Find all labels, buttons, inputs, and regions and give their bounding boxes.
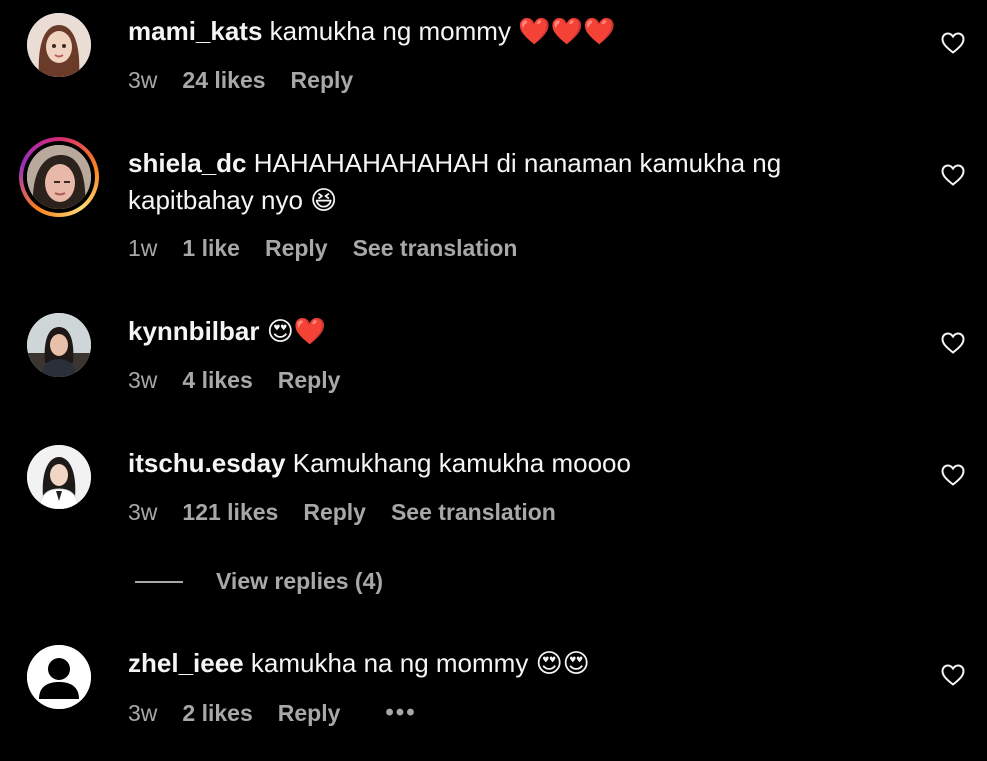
reply-button[interactable]: Reply [265,235,328,262]
comment-emoji: 😍❤️ [266,317,327,347]
comment-text: mami_kats kamukha ng mommy ❤️❤️❤️ [128,13,888,51]
view-replies-button[interactable]: View replies (4) [135,568,383,595]
story-ring[interactable] [19,137,99,217]
avatar-illustration [27,13,91,77]
reply-button[interactable]: Reply [278,367,341,394]
timestamp[interactable]: 3w [128,67,157,94]
comment-text: shiela_dc HAHAHAHAHAHAH di nanaman kamuk… [128,145,888,220]
see-translation-button[interactable]: See translation [391,499,556,526]
heart-outline-icon[interactable] [941,164,965,186]
heart-outline-icon[interactable] [941,664,965,686]
comment-meta: 3w 24 likes Reply [128,67,378,94]
timestamp[interactable]: 3w [128,367,157,394]
username[interactable]: shiela_dc [128,148,247,178]
heart-outline-icon[interactable] [941,464,965,486]
heart-outline-icon[interactable] [941,32,965,54]
comment-body: kamukha ng mommy [269,16,511,46]
timestamp[interactable]: 3w [128,700,157,727]
timestamp[interactable]: 3w [128,499,157,526]
avatar[interactable] [27,313,91,377]
comment-emoji: ❤️❤️❤️ [518,17,616,47]
avatar[interactable] [27,445,91,509]
comment-meta: 1w 1 like Reply See translation [128,235,542,262]
comment-body: kamukha na ng mommy [250,648,529,678]
comment-emoji: 😍😍 [535,649,590,679]
comment-text: zhel_ieee kamukha na ng mommy 😍😍 [128,645,888,683]
more-options-icon[interactable]: ••• [385,699,416,727]
username[interactable]: mami_kats [128,16,262,46]
reply-button[interactable]: Reply [278,700,341,727]
comment-emoji: 😆 [310,186,338,216]
likes-count[interactable]: 24 likes [182,67,265,94]
comment-meta: 3w 2 likes Reply ••• [128,699,417,727]
comment-text: kynnbilbar 😍❤️ [128,313,888,351]
timestamp[interactable]: 1w [128,235,157,262]
avatar-photo [27,313,91,377]
comment-body: Kamukhang kamukha moooo [292,448,631,478]
see-translation-button[interactable]: See translation [353,235,518,262]
reply-button[interactable]: Reply [303,499,366,526]
avatar-photo [27,445,91,509]
comment-meta: 3w 4 likes Reply [128,367,365,394]
avatar[interactable] [27,145,91,209]
reply-button[interactable]: Reply [291,67,354,94]
avatar[interactable] [27,13,91,77]
view-replies-label: View replies (4) [216,568,384,594]
likes-count[interactable]: 2 likes [182,700,252,727]
username[interactable]: kynnbilbar [128,316,259,346]
heart-outline-icon[interactable] [941,332,965,354]
avatar-photo [27,145,91,209]
likes-count[interactable]: 4 likes [182,367,252,394]
comment-text: itschu.esday Kamukhang kamukha moooo [128,445,888,482]
default-avatar-icon [27,645,91,709]
replies-divider [135,580,183,583]
comment-meta: 3w 121 likes Reply See translation [128,499,581,526]
likes-count[interactable]: 1 like [182,235,240,262]
username[interactable]: zhel_ieee [128,648,244,678]
likes-count[interactable]: 121 likes [182,499,278,526]
username[interactable]: itschu.esday [128,448,286,478]
avatar[interactable] [27,645,91,709]
